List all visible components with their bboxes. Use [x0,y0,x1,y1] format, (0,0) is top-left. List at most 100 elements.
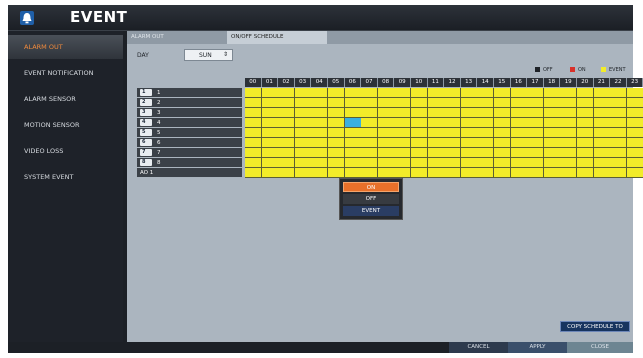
sidebar-item-alarm-sensor[interactable]: ALARM SENSOR [8,87,123,111]
schedule-cell[interactable] [361,148,379,158]
schedule-cell[interactable] [510,108,528,118]
schedule-cell[interactable] [527,168,545,178]
schedule-cell[interactable] [610,118,628,128]
schedule-cell[interactable] [560,148,578,158]
schedule-cell[interactable] [626,168,643,178]
schedule-cell[interactable] [543,108,561,118]
schedule-cell[interactable] [427,88,445,98]
schedule-cell[interactable] [361,108,379,118]
schedule-cell[interactable] [294,98,312,108]
schedule-cell[interactable] [245,118,263,128]
schedule-cell[interactable] [411,108,429,118]
schedule-cell[interactable] [610,98,628,108]
schedule-cell[interactable] [527,88,545,98]
schedule-cell[interactable] [510,118,528,128]
schedule-cell[interactable] [294,168,312,178]
schedule-cell[interactable] [245,108,263,118]
schedule-cell[interactable] [311,158,329,168]
schedule-cell[interactable] [626,138,643,148]
schedule-cell[interactable] [344,88,362,98]
schedule-cell[interactable] [377,98,395,108]
schedule-cell[interactable] [543,168,561,178]
schedule-cell[interactable] [510,138,528,148]
schedule-cell[interactable] [593,168,611,178]
schedule-cell[interactable] [261,88,279,98]
schedule-cell[interactable] [427,138,445,148]
schedule-cell[interactable] [527,148,545,158]
schedule-cell[interactable] [361,158,379,168]
schedule-cell[interactable] [294,148,312,158]
schedule-cell[interactable] [261,98,279,108]
day-select[interactable]: SUN ⇕ [184,49,233,61]
schedule-cell[interactable] [328,138,346,148]
schedule-cell[interactable] [477,118,495,128]
schedule-cell[interactable] [394,138,412,148]
schedule-cell[interactable] [626,118,643,128]
schedule-cell[interactable] [427,98,445,108]
schedule-cell[interactable] [245,98,263,108]
schedule-cell[interactable] [427,128,445,138]
schedule-cell[interactable] [494,128,512,138]
schedule-cell[interactable] [245,148,263,158]
schedule-cell[interactable] [444,168,462,178]
schedule-cell[interactable] [377,158,395,168]
schedule-cell[interactable] [377,138,395,148]
schedule-cell[interactable] [361,168,379,178]
schedule-cell[interactable] [460,138,478,148]
schedule-cell[interactable] [245,158,263,168]
schedule-cell[interactable] [494,168,512,178]
schedule-cell[interactable] [444,88,462,98]
schedule-cell[interactable] [261,108,279,118]
schedule-cell[interactable] [626,128,643,138]
schedule-cell[interactable] [411,118,429,128]
schedule-cell[interactable] [377,148,395,158]
schedule-cell[interactable] [494,88,512,98]
schedule-cell[interactable] [261,128,279,138]
schedule-cell[interactable] [394,108,412,118]
schedule-cell[interactable] [510,168,528,178]
schedule-cell[interactable] [411,148,429,158]
sidebar-item-motion-sensor[interactable]: MOTION SENSOR [8,113,123,137]
schedule-cell[interactable] [294,128,312,138]
schedule-cell[interactable] [527,138,545,148]
copy-schedule-button[interactable]: COPY SCHEDULE TO [560,321,630,332]
schedule-cell[interactable] [411,128,429,138]
schedule-cell[interactable] [593,88,611,98]
schedule-cell[interactable] [494,118,512,128]
schedule-cell[interactable] [411,138,429,148]
schedule-cell[interactable] [593,98,611,108]
schedule-cell[interactable] [328,108,346,118]
schedule-cell[interactable] [261,138,279,148]
sidebar-item-alarm-out[interactable]: ALARM OUT [8,35,123,59]
schedule-cell[interactable] [494,98,512,108]
schedule-cell[interactable] [543,138,561,148]
schedule-cell[interactable] [261,158,279,168]
schedule-cell[interactable] [577,148,595,158]
schedule-cell[interactable] [610,148,628,158]
schedule-cell[interactable] [411,168,429,178]
schedule-cell[interactable] [444,118,462,128]
popup-off-option[interactable]: OFF [343,194,399,204]
schedule-cell[interactable] [294,88,312,98]
schedule-cell[interactable] [477,148,495,158]
schedule-cell[interactable] [460,128,478,138]
schedule-cell[interactable] [278,88,296,98]
sidebar-item-system-event[interactable]: SYSTEM EVENT [8,165,123,189]
schedule-cell[interactable] [278,158,296,168]
schedule-cell[interactable] [394,88,412,98]
popup-on-option[interactable]: ON [343,182,399,192]
schedule-cell[interactable] [394,128,412,138]
schedule-cell[interactable] [444,148,462,158]
schedule-cell[interactable] [610,88,628,98]
schedule-cell[interactable] [543,148,561,158]
schedule-cell[interactable] [294,118,312,128]
schedule-cell[interactable] [278,98,296,108]
schedule-cell[interactable] [444,158,462,168]
schedule-cell[interactable] [294,158,312,168]
schedule-cell[interactable] [560,158,578,168]
schedule-cell[interactable] [543,118,561,128]
schedule-cell[interactable] [460,148,478,158]
schedule-cell[interactable] [427,118,445,128]
schedule-cell[interactable] [560,118,578,128]
schedule-cell[interactable] [245,88,263,98]
